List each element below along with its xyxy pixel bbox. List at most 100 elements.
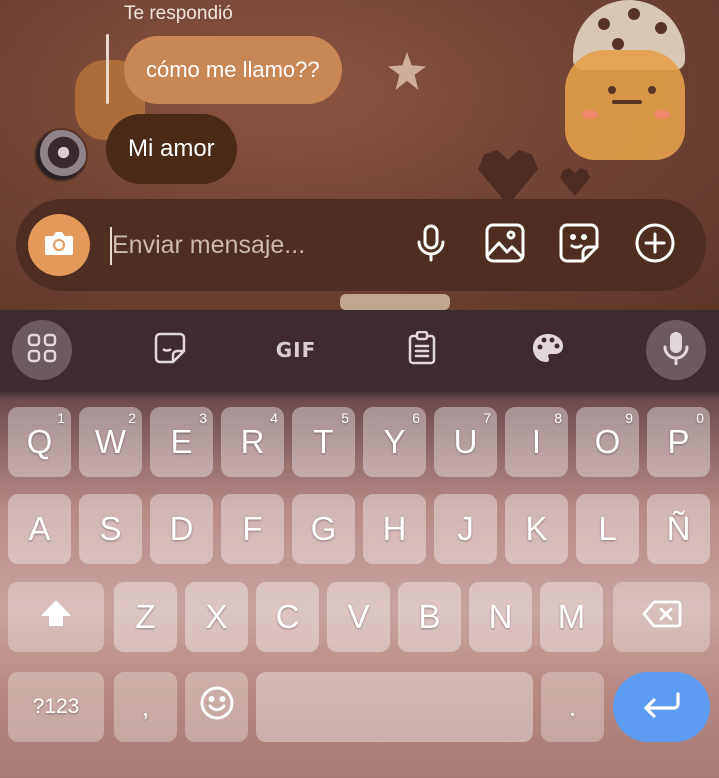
camera-icon (43, 229, 75, 262)
key-label: X (205, 598, 228, 635)
microphone-button[interactable] (409, 223, 453, 267)
key-g[interactable]: G (292, 494, 355, 564)
key-label: R (240, 423, 265, 460)
avatar[interactable] (34, 128, 88, 182)
background-heart-decoration (478, 150, 538, 205)
space-key[interactable] (256, 672, 533, 742)
apps-grid-icon (27, 333, 57, 368)
add-button[interactable] (633, 223, 677, 267)
key-n[interactable]: N (469, 582, 532, 652)
message-bubble[interactable]: Mi amor (106, 114, 237, 184)
key-label: I (531, 423, 542, 460)
key-p[interactable]: P0 (647, 407, 710, 477)
keyboard-toolbar (0, 310, 719, 392)
voice-input-button[interactable] (646, 320, 706, 380)
emoji-icon (199, 685, 235, 729)
key-e[interactable]: E3 (150, 407, 213, 477)
key-label: O (594, 423, 621, 460)
quoted-message-bubble[interactable]: cómo me llamo?? (124, 36, 342, 104)
key-label: J (457, 510, 474, 547)
key-label: B (418, 598, 441, 635)
key-label: V (347, 598, 370, 635)
key-n-tilde[interactable]: Ñ (647, 494, 710, 564)
backspace-key[interactable] (613, 582, 710, 652)
key-f[interactable]: F (221, 494, 284, 564)
sticker-button[interactable] (557, 223, 601, 267)
key-j[interactable]: J (434, 494, 497, 564)
key-hint: 7 (483, 410, 491, 426)
gallery-button[interactable] (483, 223, 527, 267)
key-w[interactable]: W2 (79, 407, 142, 477)
key-s[interactable]: S (79, 494, 142, 564)
key-i[interactable]: I8 (505, 407, 568, 477)
background-heart-decoration (560, 168, 590, 196)
key-label: E (170, 423, 193, 460)
background-character-eye (608, 86, 616, 94)
message-input[interactable] (112, 223, 392, 267)
key-hint: 9 (625, 410, 633, 426)
key-label: C (275, 598, 300, 635)
shift-icon (39, 598, 73, 636)
key-hint: 0 (696, 410, 704, 426)
background-character-eye (648, 86, 656, 94)
sticker-icon (559, 223, 599, 268)
key-o[interactable]: O9 (576, 407, 639, 477)
background-character-mouth (612, 100, 642, 104)
symbols-key[interactable]: ?123 (8, 672, 104, 742)
microphone-icon (663, 331, 689, 370)
key-hint: 3 (199, 410, 207, 426)
key-hint: 2 (128, 410, 136, 426)
keyboard-sticker-button[interactable] (140, 320, 200, 380)
emoji-key[interactable] (185, 672, 248, 742)
key-b[interactable]: B (398, 582, 461, 652)
keyboard: GIF Q1 W2 E3 R 4 T 5 Y 6 U 7 I 8 O 9 P 0… (0, 310, 719, 778)
comma-key[interactable]: , (114, 672, 177, 742)
key-label: D (169, 510, 194, 547)
key-h[interactable]: H (363, 494, 426, 564)
key-label: W (94, 423, 127, 460)
key-a[interactable]: A (8, 494, 71, 564)
key-label: Y (383, 423, 406, 460)
key-q[interactable]: Q1 (8, 407, 71, 477)
key-v[interactable]: V (327, 582, 390, 652)
key-label: N (488, 598, 513, 635)
background-character-blush (654, 110, 670, 119)
key-hint: 8 (554, 410, 562, 426)
key-label: S (99, 510, 122, 547)
key-hint: 1 (57, 410, 65, 426)
key-label: U (453, 423, 478, 460)
key-m[interactable]: M (540, 582, 603, 652)
key-label: M (557, 598, 586, 635)
key-r[interactable]: R4 (221, 407, 284, 477)
key-label: A (28, 510, 51, 547)
key-label: F (242, 510, 263, 547)
message-composer (16, 199, 706, 291)
key-z[interactable]: Z (114, 582, 177, 652)
enter-key[interactable] (613, 672, 710, 742)
key-label: L (598, 510, 617, 547)
key-t[interactable]: T5 (292, 407, 355, 477)
key-d[interactable]: D (150, 494, 213, 564)
period-key[interactable]: . (541, 672, 604, 742)
apps-button[interactable] (12, 320, 72, 380)
key-l[interactable]: L (576, 494, 639, 564)
key-u[interactable]: U7 (434, 407, 497, 477)
clipboard-button[interactable] (392, 320, 452, 380)
key-y[interactable]: Y6 (363, 407, 426, 477)
chat-area: Te respondió cómo me llamo?? Mi amor (0, 0, 719, 310)
reply-indicator-bar (106, 34, 109, 104)
key-x[interactable]: X (185, 582, 248, 652)
key-c[interactable]: C (256, 582, 319, 652)
background-star-decoration (388, 52, 426, 90)
theme-button[interactable] (518, 320, 578, 380)
backspace-icon (642, 598, 682, 636)
key-label: G (310, 510, 337, 547)
key-hint: 5 (341, 410, 349, 426)
shift-key[interactable] (8, 582, 104, 652)
background-character-blush (582, 110, 598, 119)
gif-button[interactable]: GIF (266, 320, 326, 380)
key-label: T (313, 423, 334, 460)
key-k[interactable]: K (505, 494, 568, 564)
clipboard-icon (408, 330, 436, 370)
camera-button[interactable] (28, 214, 90, 276)
